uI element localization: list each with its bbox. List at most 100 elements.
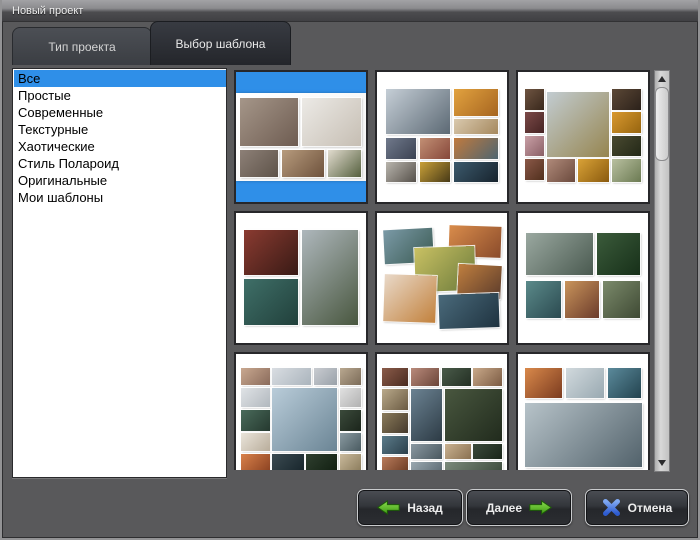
cancel-button-label: Отмена: [628, 501, 673, 515]
photo-tile: [525, 403, 642, 467]
new-project-dialog: Новый проект Тип проекта Выбор шаблона В…: [0, 0, 700, 540]
photo-tile: [612, 112, 642, 133]
next-button[interactable]: Далее: [466, 489, 572, 526]
photo-tile: [272, 368, 311, 385]
photo-tile: [382, 368, 408, 386]
photo-tile: [445, 444, 471, 460]
photo-tile: [473, 368, 502, 386]
category-item[interactable]: Современные: [14, 104, 226, 121]
photo-tile: [382, 436, 408, 454]
dialog-title: Новый проект: [12, 5, 83, 17]
photo-tile: [306, 454, 337, 470]
photo-tile: [340, 410, 361, 431]
tab-template-choice[interactable]: Выбор шаблона: [150, 21, 291, 65]
photo-tile: [525, 368, 563, 398]
photo-tile: [328, 150, 361, 177]
photo-tile: [603, 281, 641, 319]
photo-tile: [302, 98, 361, 146]
photo-tile: [382, 389, 408, 410]
photo-tile: [608, 368, 642, 398]
photo-tile: [578, 159, 609, 182]
template-thumbnail[interactable]: [234, 70, 368, 204]
photo-tile: [244, 230, 299, 276]
photo-tile: [526, 233, 594, 276]
photo-tile: [383, 274, 437, 323]
category-item[interactable]: Хаотические: [14, 138, 226, 155]
photo-tile: [442, 368, 471, 386]
category-item[interactable]: Оригинальные: [14, 172, 226, 189]
template-thumbnail[interactable]: [234, 352, 368, 470]
photo-tile: [454, 119, 498, 135]
photo-tile: [526, 281, 561, 319]
photo-tile: [386, 138, 416, 159]
photo-tile: [445, 389, 502, 441]
scroll-up-icon[interactable]: [658, 76, 666, 82]
tab-project-type[interactable]: Тип проекта: [12, 27, 152, 65]
photo-tile: [547, 159, 576, 182]
template-thumbnail[interactable]: [516, 211, 650, 345]
photo-tile: [454, 162, 498, 183]
photo-tile: [525, 112, 545, 133]
photo-tile: [241, 433, 270, 451]
tab-project-type-label: Тип проекта: [48, 40, 115, 54]
photo-tile: [386, 89, 450, 135]
tab-template-choice-label: Выбор шаблона: [176, 37, 266, 51]
photo-tile: [454, 138, 498, 159]
photo-tile: [241, 410, 270, 431]
photo-tile: [439, 293, 500, 329]
photo-tile: [612, 136, 642, 157]
photo-tile: [340, 368, 361, 385]
template-scrollbar[interactable]: [654, 70, 670, 472]
template-thumbnail[interactable]: [375, 211, 509, 345]
photo-tile: [241, 454, 270, 470]
photo-tile: [340, 454, 361, 470]
photo-tile: [445, 462, 502, 470]
photo-tile: [597, 233, 640, 276]
category-item[interactable]: Мои шаблоны: [14, 189, 226, 206]
back-button-label: Назад: [407, 501, 443, 515]
photo-tile: [473, 444, 502, 460]
photo-tile: [411, 389, 442, 441]
photo-tile: [612, 159, 642, 182]
next-button-label: Далее: [486, 501, 522, 515]
category-item[interactable]: Простые: [14, 87, 226, 104]
photo-tile: [454, 89, 498, 116]
template-thumbnail[interactable]: [375, 70, 509, 204]
photo-tile: [411, 368, 440, 386]
photo-tile: [612, 89, 642, 110]
template-thumbnail[interactable]: [516, 352, 650, 470]
category-item[interactable]: Стиль Полароид: [14, 155, 226, 172]
category-item[interactable]: Все: [14, 70, 226, 87]
photo-tile: [241, 388, 270, 408]
photo-tile: [525, 136, 545, 157]
photo-tile: [272, 454, 303, 470]
photo-tile: [340, 388, 361, 408]
photo-tile: [382, 413, 408, 434]
photo-tile: [386, 162, 416, 183]
photo-tile: [302, 230, 358, 325]
cancel-button[interactable]: Отмена: [585, 489, 689, 526]
photo-tile: [272, 388, 337, 452]
photo-tile: [411, 444, 442, 460]
photo-tile: [314, 368, 337, 385]
template-grid: [234, 70, 650, 470]
scroll-down-icon[interactable]: [658, 460, 666, 466]
cross-blue-icon: [602, 498, 621, 517]
scrollbar-thumb[interactable]: [655, 87, 669, 161]
photo-tile: [565, 281, 599, 319]
template-thumbnail[interactable]: [234, 211, 368, 345]
arrow-right-green-icon: [529, 500, 552, 515]
photo-tile: [244, 279, 299, 325]
category-list: ВсеПростыеСовременныеТекстурныеХаотическ…: [12, 68, 227, 478]
template-thumbnail[interactable]: [375, 352, 509, 470]
photo-tile: [340, 433, 361, 451]
back-button[interactable]: Назад: [357, 489, 463, 526]
category-item[interactable]: Текстурные: [14, 121, 226, 138]
dialog-titlebar: Новый проект: [2, 0, 698, 22]
photo-tile: [240, 98, 299, 146]
photo-tile: [420, 138, 450, 159]
photo-tile: [411, 462, 442, 470]
photo-tile: [240, 150, 278, 177]
photo-tile: [566, 368, 604, 398]
template-thumbnail[interactable]: [516, 70, 650, 204]
